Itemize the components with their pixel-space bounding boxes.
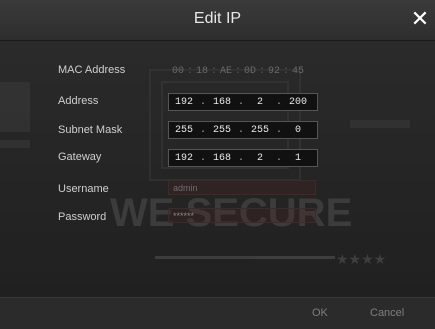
ip-octet[interactable]: 2 [245,97,275,108]
ip-octet[interactable]: 0 [283,125,313,136]
mac-address-field: 00: 18: AE: 0D: 92: 45 [168,62,318,80]
subnet-mask-field[interactable]: 255. 255. 255. 0 [168,121,318,139]
mac-octet: 18 [195,65,208,77]
address-field[interactable]: 192. 168. 2. 200 [168,93,318,111]
mac-octet: 92 [267,65,280,77]
ip-octet[interactable]: 255 [245,125,275,136]
mac-octet: AE [219,65,232,77]
subnet-mask-label: Subnet Mask [58,124,123,136]
ip-octet[interactable]: 255 [207,125,237,136]
ip-octet[interactable]: 200 [283,97,313,108]
cancel-button[interactable]: Cancel [370,307,404,319]
mac-octet: 00 [171,65,184,77]
ip-octet[interactable]: 168 [207,97,237,108]
mac-octet: 0D [243,65,256,77]
mac-address-label: MAC Address [58,64,126,76]
ok-button[interactable]: OK [312,307,328,319]
ip-octet[interactable]: 255 [169,125,199,136]
ip-octet[interactable]: 2 [245,153,275,164]
username-label: Username [58,183,109,195]
mac-octet: 45 [291,65,304,77]
ip-octet[interactable]: 1 [283,153,313,164]
close-button[interactable]: ✕ [409,8,431,30]
address-label: Address [58,95,99,107]
dialog-title: Edit IP [193,10,242,27]
password-label: Password [58,211,107,223]
ip-octet[interactable]: 168 [207,153,237,164]
watermark-stars-icon: ★★★★ [336,252,386,268]
ip-octet[interactable]: 192 [169,153,199,164]
password-field[interactable]: ****** [168,208,316,223]
username-field[interactable]: admin [168,180,316,195]
ip-octet[interactable]: 192 [169,97,199,108]
gateway-field[interactable]: 192. 168. 2. 1 [168,149,318,167]
gateway-label: Gateway [58,151,102,163]
